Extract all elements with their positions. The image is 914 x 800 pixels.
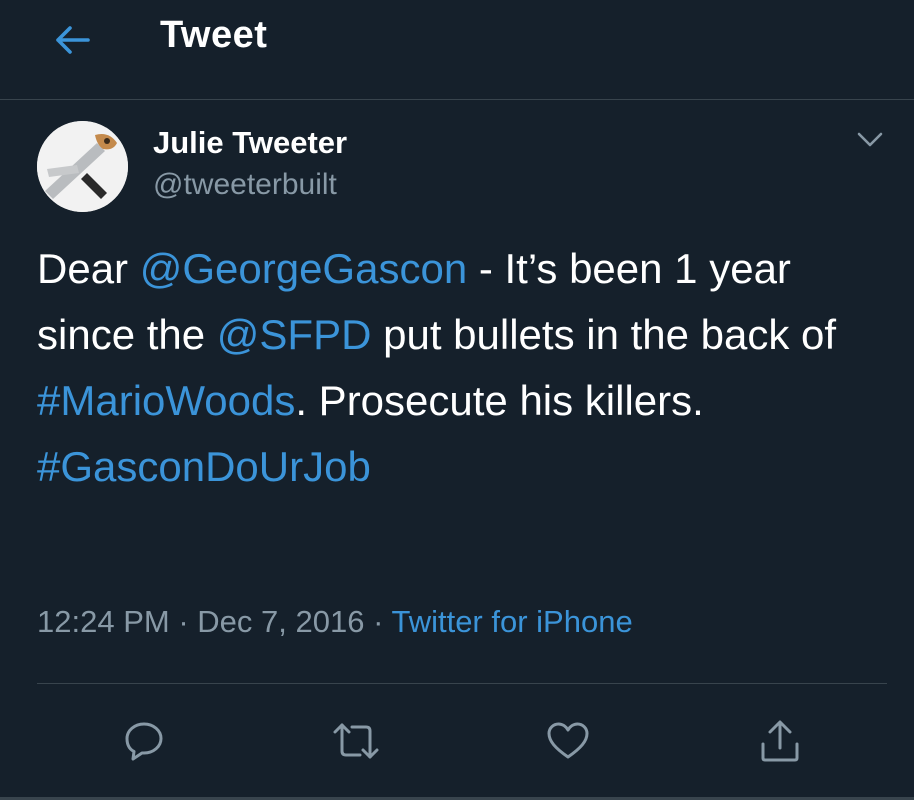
reply-icon xyxy=(125,722,163,761)
meta-separator: · xyxy=(373,604,384,639)
page-title: Tweet xyxy=(160,14,268,56)
author-display-name[interactable]: Julie Tweeter xyxy=(153,125,347,161)
heart-icon xyxy=(547,722,589,759)
reply-button[interactable] xyxy=(120,717,168,765)
tweet-text-segment: put bullets in the back of xyxy=(371,311,837,358)
tweet-text: Dear @GeorgeGascon - It’s been 1 year si… xyxy=(37,236,887,500)
hashtag-link[interactable]: #GasconDoUrJob xyxy=(37,443,371,490)
tweet-metadata: 12:24 PM · Dec 7, 2016 · Twitter for iPh… xyxy=(37,604,633,640)
chevron-down-icon xyxy=(857,132,883,147)
share-button[interactable] xyxy=(756,717,804,765)
avatar-image xyxy=(37,121,128,212)
top-bar: Tweet xyxy=(0,0,914,100)
tweet-source-link[interactable]: Twitter for iPhone xyxy=(391,604,632,639)
share-icon xyxy=(761,720,799,762)
like-button[interactable] xyxy=(544,717,592,765)
divider xyxy=(37,683,887,684)
mention-link[interactable]: @SFPD xyxy=(217,311,372,358)
meta-separator: · xyxy=(178,604,189,639)
back-button[interactable] xyxy=(44,18,100,62)
arrow-left-icon xyxy=(56,26,90,54)
retweet-button[interactable] xyxy=(332,717,380,765)
author-handle[interactable]: @tweeterbuilt xyxy=(153,168,337,202)
mention-link[interactable]: @GeorgeGascon xyxy=(140,245,467,292)
retweet-icon xyxy=(333,723,379,759)
avatar[interactable] xyxy=(37,121,128,212)
tweet-text-segment: Dear xyxy=(37,245,140,292)
hashtag-link[interactable]: #MarioWoods xyxy=(37,377,295,424)
tweet-text-segment: . Prosecute his killers. xyxy=(295,377,704,424)
more-options-button[interactable] xyxy=(850,122,890,158)
tweet-date: Dec 7, 2016 xyxy=(197,604,365,639)
tweet-time: 12:24 PM xyxy=(37,604,170,639)
